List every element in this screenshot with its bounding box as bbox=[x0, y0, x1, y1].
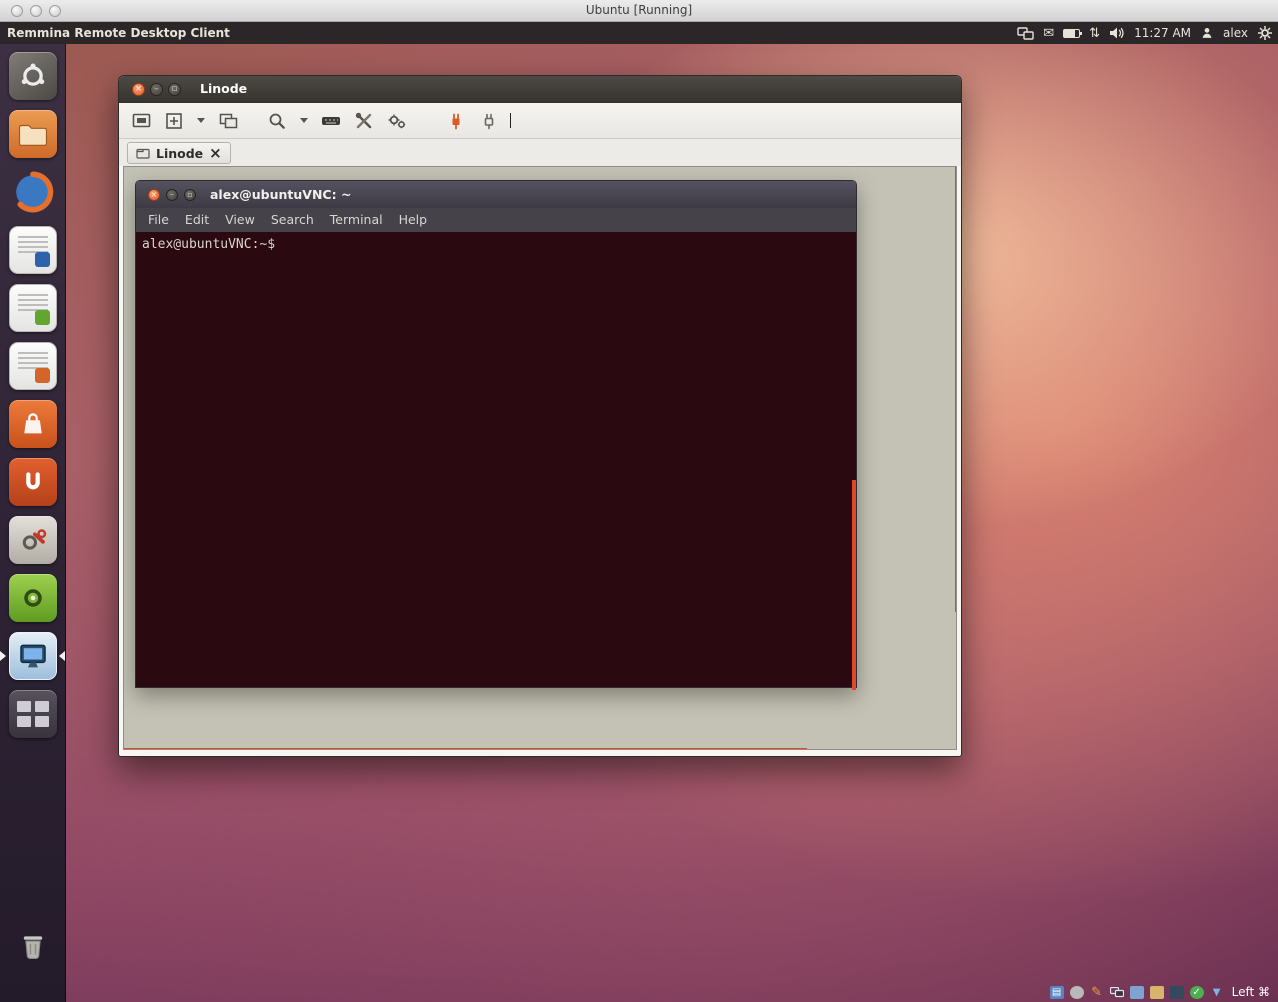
remmina-toolbar bbox=[119, 103, 961, 139]
terminal-titlebar[interactable]: × – ▫ alex@ubuntuVNC: ~ bbox=[136, 181, 856, 208]
keyboard-indicator: Left ⌘ bbox=[1230, 985, 1270, 999]
terminal-output[interactable]: alex@ubuntuVNC:~$ bbox=[136, 232, 856, 687]
terminal-window: × – ▫ alex@ubuntuVNC: ~ File Edit View S… bbox=[135, 180, 857, 688]
menu-search[interactable]: Search bbox=[263, 208, 322, 232]
impress-badge bbox=[35, 368, 50, 383]
sync-indicator-icon[interactable]: ⇅ bbox=[1089, 25, 1100, 41]
chevron-down-icon[interactable] bbox=[195, 109, 207, 133]
active-app-title: Remmina Remote Desktop Client bbox=[7, 22, 230, 44]
redraw-artifact bbox=[852, 480, 856, 690]
focused-indicator-arrow bbox=[59, 651, 65, 661]
preferences-icon[interactable] bbox=[385, 109, 409, 133]
remmina-tabbar: Linode × bbox=[119, 139, 961, 166]
session-gear-icon[interactable] bbox=[1257, 25, 1273, 41]
user-icon bbox=[1200, 25, 1214, 41]
document-lines bbox=[18, 294, 48, 311]
maximize-icon[interactable]: ▫ bbox=[184, 189, 196, 201]
zoom-icon[interactable] bbox=[265, 109, 289, 133]
unity-launcher bbox=[0, 44, 66, 1002]
menu-file[interactable]: File bbox=[140, 208, 177, 232]
software-center-icon[interactable] bbox=[9, 400, 57, 448]
menu-terminal[interactable]: Terminal bbox=[322, 208, 391, 232]
tab-linode[interactable]: Linode × bbox=[127, 142, 231, 164]
shared-folders-icon[interactable] bbox=[1150, 986, 1164, 999]
trash-icon[interactable] bbox=[9, 922, 57, 970]
minimize-icon[interactable]: – bbox=[150, 83, 163, 96]
libreoffice-calc-icon[interactable] bbox=[9, 284, 57, 332]
keyboard-grab-icon[interactable] bbox=[319, 109, 343, 133]
document-lines bbox=[18, 352, 48, 369]
user-menu[interactable]: alex bbox=[1223, 22, 1248, 44]
audio-icon[interactable]: ✎ bbox=[1090, 986, 1104, 999]
document-lines bbox=[18, 236, 48, 253]
close-icon[interactable]: × bbox=[148, 189, 160, 201]
vbox-statusbar: ▤ ✎ ✓ ▼ Left ⌘ bbox=[1050, 985, 1270, 999]
terminal-menubar: File Edit View Search Terminal Help bbox=[136, 208, 856, 232]
menu-edit[interactable]: Edit bbox=[177, 208, 217, 232]
clock[interactable]: 11:27 AM bbox=[1134, 22, 1191, 44]
window-buttons: × – ▫ bbox=[132, 83, 181, 96]
remmina-titlebar[interactable]: × – ▫ Linode bbox=[119, 76, 961, 103]
chevron-down-icon[interactable] bbox=[298, 109, 310, 133]
home-folder-icon[interactable] bbox=[9, 110, 57, 158]
close-icon[interactable]: × bbox=[132, 83, 145, 96]
indicator-area: ✉ ⇅ 11:27 AM alex bbox=[1017, 22, 1273, 44]
hdd-icon[interactable]: ▤ bbox=[1050, 986, 1064, 999]
mouse-integration-icon[interactable]: ▼ bbox=[1210, 986, 1224, 999]
menu-view[interactable]: View bbox=[217, 208, 263, 232]
workspace-grid bbox=[17, 701, 49, 727]
libreoffice-impress-icon[interactable] bbox=[9, 342, 57, 390]
dash-icon[interactable] bbox=[9, 52, 57, 100]
vm-window-title: Ubuntu [Running] bbox=[0, 0, 1278, 21]
disconnect-icon[interactable] bbox=[444, 109, 468, 133]
plug-icon[interactable] bbox=[477, 109, 501, 133]
remmina-window: × – ▫ Linode bbox=[118, 75, 962, 757]
scaled-mode-icon[interactable] bbox=[216, 109, 240, 133]
maximize-icon[interactable]: ▫ bbox=[168, 83, 181, 96]
fullscreen-icon[interactable] bbox=[162, 109, 186, 133]
firefox-icon[interactable] bbox=[9, 168, 57, 216]
remmina-icon[interactable] bbox=[9, 632, 57, 680]
terminal-title: alex@ubuntuVNC: ~ bbox=[210, 181, 351, 208]
tab-icon bbox=[136, 147, 150, 159]
running-indicator-arrow bbox=[0, 651, 6, 661]
remote-desktop-view[interactable]: × – ▫ alex@ubuntuVNC: ~ File Edit View S… bbox=[123, 166, 957, 750]
tab-label: Linode bbox=[156, 146, 203, 161]
redraw-artifact bbox=[955, 167, 957, 612]
ubuntu-one-icon[interactable] bbox=[9, 458, 57, 506]
workspace-switcher-icon[interactable] bbox=[9, 690, 57, 738]
optical-drive-icon[interactable] bbox=[1070, 986, 1084, 999]
viewport-icon[interactable] bbox=[129, 109, 153, 133]
text-caret bbox=[510, 113, 511, 128]
shell-prompt: alex@ubuntuVNC:~$ bbox=[142, 237, 275, 252]
terminal-window-buttons: × – ▫ bbox=[148, 189, 196, 201]
menu-help[interactable]: Help bbox=[391, 208, 436, 232]
usb-icon[interactable] bbox=[1130, 986, 1144, 999]
features-icon[interactable]: ✓ bbox=[1190, 986, 1204, 999]
libreoffice-writer-icon[interactable] bbox=[9, 226, 57, 274]
minimize-icon[interactable]: – bbox=[166, 189, 178, 201]
network-indicator-icon[interactable] bbox=[1017, 25, 1034, 41]
desktop-wallpaper: × – ▫ Linode bbox=[66, 44, 1278, 1002]
top-panel: Remmina Remote Desktop Client ✉ ⇅ 11:27 … bbox=[0, 22, 1278, 44]
software-updater-icon[interactable] bbox=[9, 574, 57, 622]
remmina-window-title: Linode bbox=[200, 76, 247, 102]
volume-indicator-icon[interactable] bbox=[1109, 25, 1125, 41]
vm-screen: Ubuntu [Running] Remmina Remote Desktop … bbox=[0, 0, 1278, 1002]
vm-titlebar: Ubuntu [Running] bbox=[0, 0, 1278, 22]
system-settings-icon[interactable] bbox=[9, 516, 57, 564]
tab-close-icon[interactable]: × bbox=[209, 146, 222, 161]
writer-badge bbox=[35, 252, 50, 267]
network-icon[interactable] bbox=[1110, 986, 1124, 999]
battery-indicator-icon[interactable] bbox=[1063, 25, 1080, 41]
calc-badge bbox=[35, 310, 50, 325]
redraw-artifact bbox=[124, 748, 807, 750]
messaging-indicator-icon[interactable]: ✉ bbox=[1043, 25, 1054, 41]
display-icon[interactable] bbox=[1170, 986, 1184, 999]
tools-icon[interactable] bbox=[352, 109, 376, 133]
